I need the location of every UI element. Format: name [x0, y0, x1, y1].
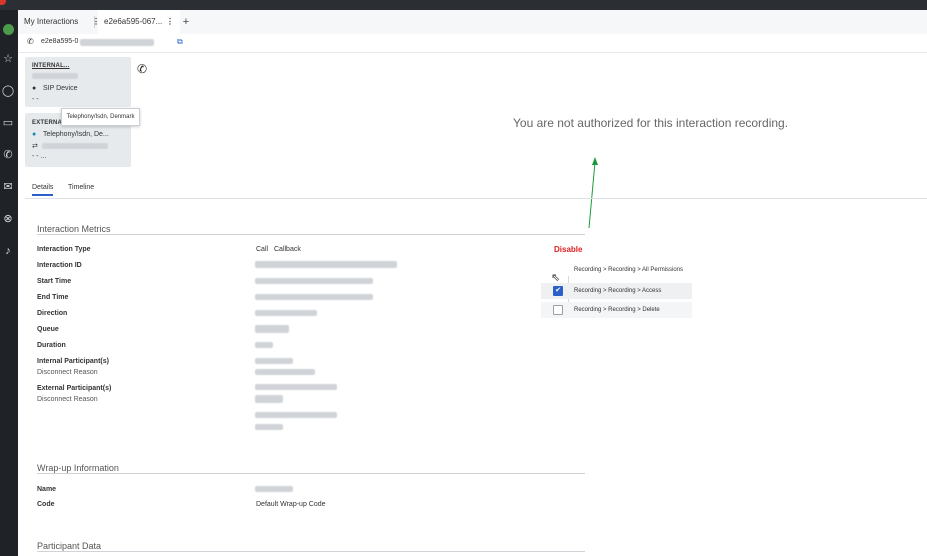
section-divider [37, 551, 585, 552]
permission-label: Recording > Recording > Delete [574, 307, 660, 313]
participant-status: - - [32, 96, 39, 103]
phone-icon[interactable]: ✆ [1, 148, 15, 162]
redacted-text [32, 73, 78, 79]
label-start-time: Start Time [37, 278, 72, 285]
tab-timeline[interactable]: Timeline [68, 184, 94, 191]
user-avatar-icon[interactable] [3, 24, 14, 35]
section-divider [37, 234, 585, 235]
label-external-participants: External Participant(s) [37, 385, 112, 392]
label-end-time: End Time [37, 294, 69, 301]
disable-annotation: Disable [554, 245, 583, 254]
phone-transfer-icon: ✆ [27, 37, 34, 46]
side-nav-rail: ☆ ◯ ▭ ✆ ✉ ⊗ ♪ [0, 10, 18, 556]
star-icon[interactable]: ☆ [1, 52, 15, 66]
label-internal-disconnect-reason: Disconnect Reason [37, 369, 98, 376]
section-divider [37, 473, 585, 474]
tab-details[interactable]: Details [32, 184, 54, 196]
participant-title: INTERNAL... [32, 63, 70, 69]
phone-icon: ✆ [137, 62, 148, 76]
section-title-wrapup: Wrap-up Information [37, 463, 119, 473]
section-title-metrics: Interaction Metrics [37, 224, 111, 234]
video-icon[interactable]: ▭ [1, 116, 15, 130]
inbox-icon[interactable]: ✉ [1, 180, 15, 194]
redacted-queue [255, 325, 289, 333]
label-queue: Queue [37, 326, 59, 333]
voice-icon[interactable]: ♪ [1, 244, 15, 258]
interaction-subbar: ✆ e2e8a595-0 ⧉ [18, 34, 927, 53]
redacted-end-time [255, 294, 373, 300]
interaction-id-text: e2e8a595-0 [41, 38, 79, 45]
tab-label: e2e6a595-067... [104, 17, 163, 26]
device-tooltip: Telephony/Isdn, Denmark [61, 108, 140, 126]
permission-label: Recording > Recording > Access [574, 288, 662, 294]
permission-label: Recording > Recording > All Permissions [574, 267, 684, 273]
tab-divider [94, 16, 95, 28]
tab-interaction[interactable]: e2e6a595-067... ⋮ [98, 10, 180, 36]
chat-bubble-icon[interactable]: ◯ [1, 84, 15, 98]
redacted-internal-participant [255, 358, 293, 364]
app-top-bar [0, 0, 927, 10]
wrapup-code-value: Default Wrap-up Code [256, 501, 326, 508]
participant-device: SIP Device [43, 85, 78, 92]
label-internal-participants: Internal Participant(s) [37, 358, 109, 365]
permission-row: Recording > Recording > All Permissions [541, 264, 692, 276]
copy-icon[interactable]: ⧉ [177, 37, 183, 47]
permission-row: ✔ Recording > Recording > Access [541, 283, 692, 299]
detail-tabs: Details Timeline [25, 180, 927, 199]
label-wrapup-code: Code [37, 501, 55, 508]
label-external-disconnect-reason: Disconnect Reason [37, 396, 98, 403]
add-tab-button[interactable]: + [178, 10, 194, 34]
redacted-wrapup-name [255, 486, 293, 492]
redacted-external-reason [255, 395, 283, 403]
tab-more-icon[interactable]: ⋮ [166, 10, 174, 34]
checkbox-unchecked[interactable] [553, 305, 563, 315]
redacted-direction [255, 310, 317, 316]
label-wrapup-name: Name [37, 486, 57, 493]
label-interaction-id: Interaction ID [37, 262, 82, 269]
tab-label: My Interactions [24, 17, 79, 26]
section-title-participant-data: Participant Data [37, 541, 102, 551]
participant-device: Telephony/Isdn, De... [43, 131, 109, 138]
redacted-text [42, 143, 108, 149]
interaction-type-call: Call [256, 246, 269, 253]
redacted-external-participant [255, 384, 337, 390]
label-duration: Duration [37, 342, 66, 349]
redacted-start-time [255, 278, 373, 284]
transfer-icon: ⇄ [32, 143, 38, 150]
mouse-cursor-icon: ⇖ [551, 272, 561, 284]
redacted-external-reason-2 [255, 424, 283, 430]
checkbox-checked[interactable]: ✔ [553, 286, 563, 296]
internal-participant-card[interactable]: INTERNAL... ● SIP Device - - [25, 57, 131, 107]
recording-unauthorized-message: You are not authorized for this interact… [513, 116, 789, 130]
label-interaction-type: Interaction Type [37, 246, 91, 253]
label-direction: Direction [37, 310, 68, 317]
redacted-duration [255, 342, 273, 348]
participant-status: - - ... [32, 153, 47, 160]
redacted-external-participant-2 [255, 412, 337, 418]
permission-row: Recording > Recording > Delete [541, 302, 692, 318]
support-icon[interactable]: ⊗ [1, 212, 15, 226]
permissions-snippet: Recording > Recording > All Permissions … [541, 264, 692, 318]
redacted-text [80, 39, 154, 46]
interaction-type-callback: Callback [274, 246, 301, 253]
redacted-internal-reason [255, 369, 315, 375]
redacted-interaction-id [255, 261, 397, 268]
app-logo [0, 0, 6, 5]
interaction-tabs: My Interactions ⋮ e2e6a595-067... ⋮ + [18, 10, 927, 36]
status-dot-icon: ● [32, 131, 37, 138]
info-icon: ● [32, 85, 37, 92]
